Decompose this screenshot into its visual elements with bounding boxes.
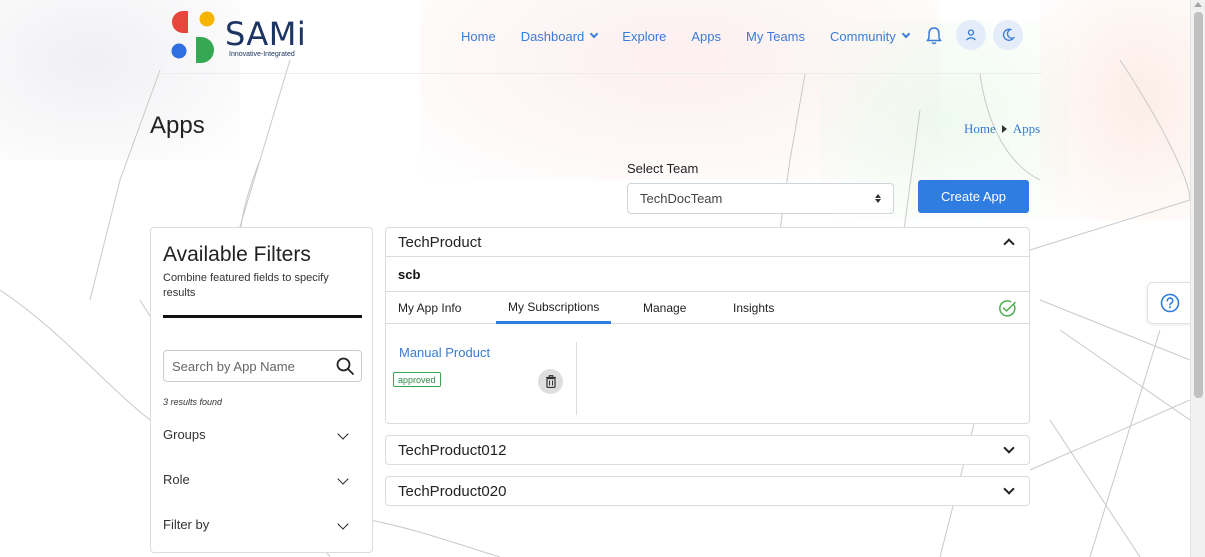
- filters-subtitle: Combine featured fields to specify resul…: [163, 272, 329, 299]
- filter-groups-label: Groups: [163, 427, 206, 442]
- nav-community-label: Community: [830, 28, 896, 44]
- chevron-up-icon: [1003, 238, 1015, 250]
- caret-right-icon: [1001, 125, 1007, 133]
- filter-filter-by-label: Filter by: [163, 517, 210, 532]
- chevron-down-icon: [337, 472, 349, 485]
- scroll-thumb[interactable]: [1194, 12, 1203, 398]
- subscriptions-panel: Manual Product approved: [386, 324, 1029, 423]
- theme-toggle-button[interactable]: [993, 20, 1023, 50]
- top-header: SAMi Innovative-Integrated Home Dashboar…: [150, 0, 1042, 74]
- tab-insights[interactable]: Insights: [733, 292, 774, 324]
- tab-my-subscriptions[interactable]: My Subscriptions: [496, 292, 612, 324]
- tab-manage[interactable]: Manage: [643, 292, 686, 324]
- product-name: TechProduct020: [398, 482, 507, 500]
- vertical-separator: [576, 342, 577, 415]
- filters-panel: Available Filters Combine featured field…: [150, 227, 373, 553]
- nav-dashboard-label: Dashboard: [520, 28, 585, 44]
- select-team-label: Select Team: [627, 161, 699, 176]
- user-menu-button[interactable]: [956, 20, 986, 50]
- chevron-down-icon: [1003, 442, 1015, 454]
- moon-icon: [1002, 28, 1015, 41]
- help-icon: [1160, 293, 1179, 313]
- app-name: scb: [398, 266, 421, 282]
- team-select-value: TechDocTeam: [640, 191, 723, 206]
- product-accordion-header[interactable]: TechProduct: [386, 228, 1029, 256]
- product-name: TechProduct012: [398, 441, 507, 459]
- app-name-row: scb: [386, 256, 1029, 291]
- scroll-up-arrow[interactable]: [1194, 2, 1202, 7]
- app-search-input[interactable]: [172, 358, 332, 374]
- chevron-down-icon: [337, 517, 349, 530]
- page-scrollbar[interactable]: [1190, 0, 1205, 557]
- breadcrumb-home[interactable]: Home: [964, 121, 996, 137]
- delete-subscription-button[interactable]: [538, 369, 563, 394]
- status-badge: approved: [393, 372, 441, 387]
- product-accordion: TechProduct scb My App Info My Subscript…: [385, 227, 1030, 424]
- filter-role[interactable]: Role: [163, 472, 353, 487]
- app-tabs: My App Info My Subscriptions Manage Insi…: [386, 291, 1029, 324]
- filter-groups[interactable]: Groups: [163, 427, 353, 442]
- filter-role-label: Role: [163, 472, 190, 487]
- nav-my-teams[interactable]: My Teams: [746, 29, 805, 44]
- team-select[interactable]: TechDocTeam: [627, 183, 894, 214]
- check-circle-icon: [999, 300, 1016, 317]
- trash-icon: [545, 375, 556, 388]
- user-icon: [966, 29, 976, 41]
- chevron-down-icon: [590, 29, 599, 39]
- create-app-button[interactable]: Create App: [918, 180, 1029, 213]
- bell-icon[interactable]: [926, 26, 942, 46]
- filters-title: Available Filters: [163, 243, 311, 266]
- brand-name: SAMi: [225, 15, 307, 53]
- filter-filter-by[interactable]: Filter by: [163, 517, 353, 532]
- brand-tagline: Innovative-Integrated: [229, 51, 295, 58]
- nav-home[interactable]: Home: [461, 29, 496, 44]
- product-accordion-header[interactable]: TechProduct020: [386, 477, 1029, 505]
- nav-apps[interactable]: Apps: [691, 29, 721, 44]
- search-icon[interactable]: [335, 356, 355, 376]
- main-nav: Home Dashboard Explore Apps My Teams Com…: [461, 21, 911, 51]
- tab-my-app-info[interactable]: My App Info: [398, 292, 461, 324]
- breadcrumb-apps[interactable]: Apps: [1013, 121, 1040, 137]
- product-name: TechProduct: [398, 233, 482, 251]
- breadcrumb: Home Apps: [964, 121, 1040, 137]
- nav-community[interactable]: Community: [830, 28, 911, 44]
- help-button[interactable]: [1147, 282, 1192, 324]
- product-accordion: TechProduct020: [385, 476, 1030, 506]
- filters-divider: [163, 315, 362, 318]
- results-count: 3 results found: [163, 397, 223, 407]
- app-search-box: [163, 350, 362, 382]
- select-caret-icon: [875, 194, 881, 203]
- subscription-product-link[interactable]: Manual Product: [399, 345, 490, 360]
- sami-logo-mark: [171, 11, 215, 63]
- sami-logo[interactable]: SAMi Innovative-Integrated: [170, 11, 310, 63]
- nav-dashboard[interactable]: Dashboard: [520, 28, 599, 44]
- nav-explore[interactable]: Explore: [622, 29, 666, 44]
- product-accordion: TechProduct012: [385, 435, 1030, 465]
- product-accordion-header[interactable]: TechProduct012: [386, 436, 1029, 464]
- chevron-down-icon: [1003, 483, 1015, 495]
- chevron-down-icon: [337, 427, 349, 440]
- page-title: Apps: [150, 112, 205, 139]
- chevron-down-icon: [901, 29, 911, 39]
